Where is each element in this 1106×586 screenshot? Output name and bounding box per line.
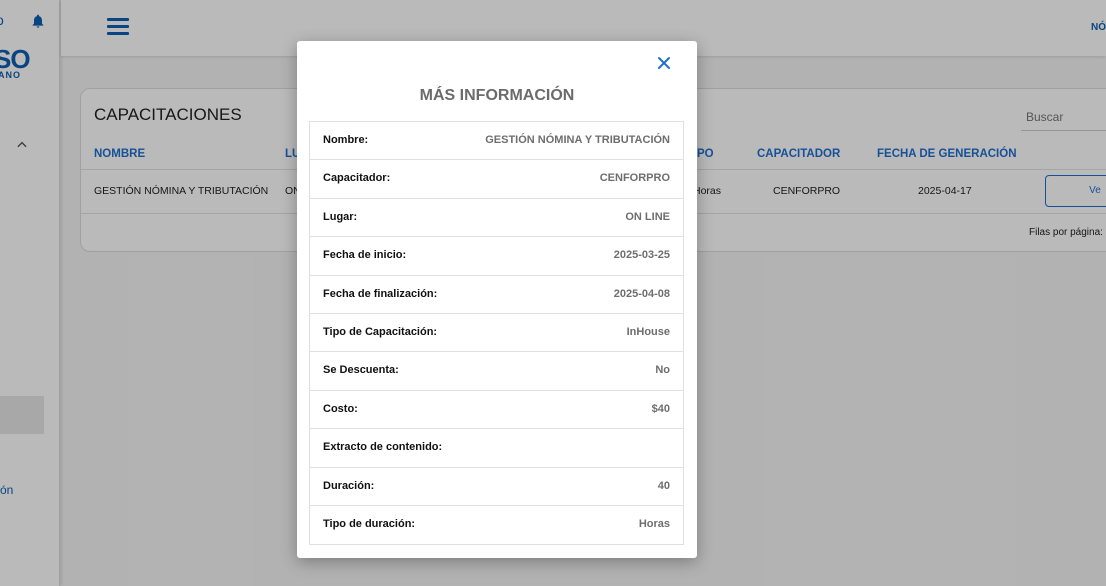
info-row: Lugar: ON LINE — [310, 199, 683, 238]
info-label: Extracto de contenido: — [323, 441, 443, 454]
info-value: CENFORPRO — [599, 172, 670, 185]
info-value: InHouse — [626, 325, 670, 338]
info-label: Se Descuenta: — [323, 364, 399, 377]
info-row: Duración: 40 — [310, 468, 683, 506]
info-value: GESTIÓN NÓMINA Y TRIBUTACIÓN — [485, 134, 670, 146]
info-row: Nombre: GESTIÓN NÓMINA Y TRIBUTACIÓN — [310, 122, 683, 161]
info-label: Costo: — [323, 402, 358, 415]
info-row: Tipo de Capacitación: InHouse — [310, 314, 683, 353]
info-label: Duración: — [323, 479, 375, 492]
info-modal: MÁS INFORMACIÓN Nombre: GESTIÓN NÓMINA Y… — [297, 41, 697, 558]
info-table: Nombre: GESTIÓN NÓMINA Y TRIBUTACIÓN Cap… — [309, 121, 684, 546]
info-row: Costo: $40 — [310, 391, 683, 430]
info-row: Fecha de finalización: 2025-04-08 — [310, 276, 683, 314]
info-label: Capacitador: — [323, 172, 391, 185]
info-label: Tipo de Capacitación: — [323, 325, 438, 338]
info-label: Tipo de duración: — [323, 517, 416, 530]
info-row: Se Descuenta: No — [310, 352, 683, 391]
info-label: Lugar: — [323, 210, 358, 223]
info-value: $40 — [651, 402, 670, 415]
modal-title: MÁS INFORMACIÓN — [419, 87, 575, 104]
info-label: Nombre: — [323, 134, 369, 146]
info-row: Extracto de contenido: — [310, 429, 683, 468]
info-value: No — [655, 364, 670, 377]
info-value: 40 — [657, 479, 670, 492]
info-value: 2025-04-08 — [613, 287, 670, 300]
info-value: 2025-03-25 — [613, 249, 670, 262]
info-label: Fecha de inicio: — [323, 249, 407, 262]
info-row: Tipo de duración: Horas — [310, 506, 683, 544]
info-row: Capacitador: CENFORPRO — [310, 160, 683, 199]
info-value: Horas — [638, 517, 670, 530]
info-row: Fecha de inicio: 2025-03-25 — [310, 237, 683, 276]
info-label: Fecha de finalización: — [323, 287, 438, 300]
info-value: ON LINE — [625, 210, 670, 223]
close-icon[interactable] — [656, 55, 672, 71]
